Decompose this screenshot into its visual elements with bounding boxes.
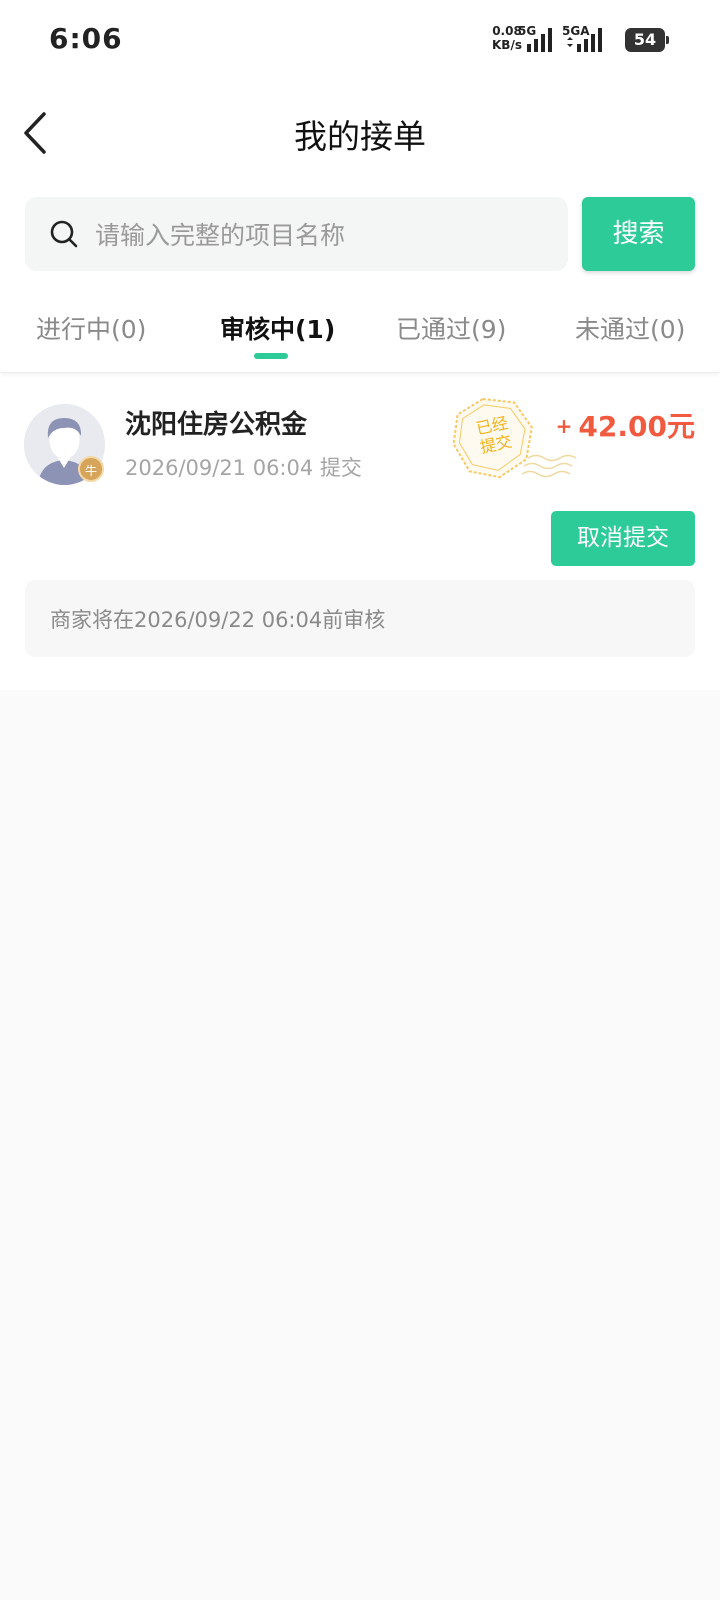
signal-icon-2: [567, 28, 602, 52]
search-input[interactable]: [93, 197, 557, 273]
price-sign: +: [555, 414, 573, 438]
search-button[interactable]: 搜索: [582, 197, 695, 271]
cancel-submit-button[interactable]: 取消提交: [551, 511, 695, 566]
price-amount: 42.00元: [578, 410, 695, 443]
battery-icon: 54: [625, 28, 669, 52]
task-submitted-time: 2026/09/21 06:04 提交: [125, 456, 362, 480]
network-speed-unit: KB/s: [492, 38, 522, 52]
task-price: +42.00元: [556, 405, 695, 445]
task-title[interactable]: 沈阳住房公积金: [125, 404, 307, 441]
status-bar: 6:06 0.08 KB/s 5G 5GA 54: [0, 0, 720, 80]
search-icon: [50, 220, 78, 248]
status-time: 6:06: [49, 22, 123, 55]
tab-under-review[interactable]: 审核中(1): [220, 310, 335, 346]
avatar-badge: 牛: [78, 456, 104, 482]
active-tab-indicator: [254, 353, 288, 359]
review-notice-text: 商家将在2026/09/22 06:04前审核: [50, 608, 386, 632]
status-tabs: 进行中(0) 审核中(1) 已通过(9) 未通过(0): [0, 300, 720, 373]
search-box: [25, 197, 568, 273]
stamp-text: 已经 提交: [470, 412, 517, 457]
avatar: 牛: [24, 404, 105, 485]
tab-in-progress[interactable]: 进行中(0): [36, 310, 146, 346]
tab-approved[interactable]: 已通过(9): [396, 310, 506, 346]
review-notice: 商家将在2026/09/22 06:04前审核: [25, 580, 695, 657]
tab-rejected[interactable]: 未通过(0): [575, 310, 685, 346]
signal-icon: [527, 28, 552, 52]
page-title: 我的接单: [294, 117, 426, 156]
